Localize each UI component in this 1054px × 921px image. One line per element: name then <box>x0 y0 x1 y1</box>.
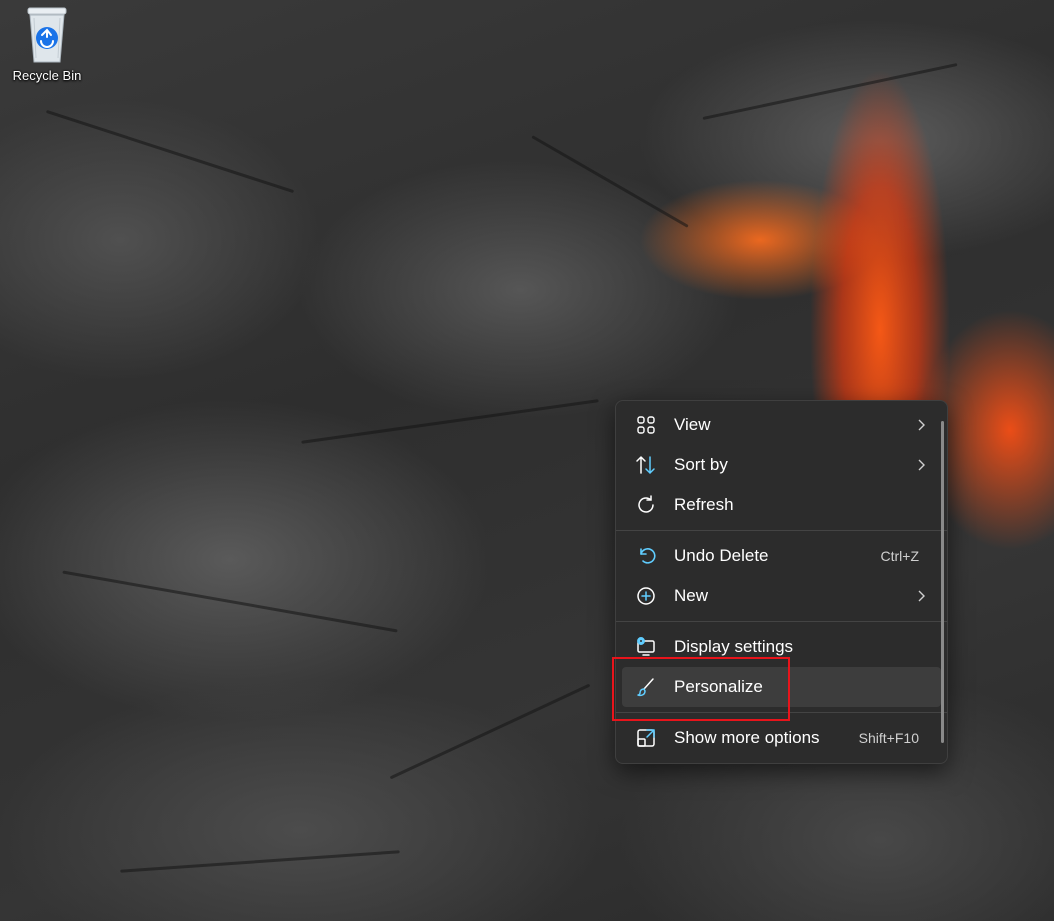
menu-item-sort-by[interactable]: Sort by <box>622 445 941 485</box>
wallpaper-crack <box>531 135 689 228</box>
brush-icon <box>634 675 658 699</box>
wallpaper-crack <box>62 570 398 633</box>
plus-circle-icon <box>634 584 658 608</box>
chevron-right-icon <box>918 419 925 431</box>
wallpaper-crack <box>120 850 400 873</box>
desktop[interactable]: Recycle Bin View Sort by Refresh Undo De… <box>0 0 1054 921</box>
menu-item-personalize[interactable]: Personalize <box>622 667 941 707</box>
menu-item-new[interactable]: New <box>622 576 941 616</box>
menu-item-undo-delete[interactable]: Undo Delete Ctrl+Z <box>622 536 941 576</box>
menu-item-label: Sort by <box>674 455 728 474</box>
menu-item-shortcut: Shift+F10 <box>858 730 919 746</box>
menu-item-label: View <box>674 415 711 434</box>
menu-item-show-more-options[interactable]: Show more options Shift+F10 <box>622 718 941 758</box>
grid-icon <box>634 413 658 437</box>
desktop-icon-recycle-bin[interactable]: Recycle Bin <box>6 6 88 83</box>
menu-separator <box>616 712 947 713</box>
wallpaper-crack <box>45 109 295 194</box>
menu-item-label: Display settings <box>674 637 794 656</box>
menu-item-label: Show more options <box>674 728 820 747</box>
wallpaper-crack <box>702 63 958 120</box>
undo-icon <box>634 544 658 568</box>
sort-icon <box>634 453 658 477</box>
show-more-icon <box>634 726 658 750</box>
menu-item-label: Refresh <box>674 495 734 514</box>
menu-item-label: Personalize <box>674 677 763 696</box>
menu-item-view[interactable]: View <box>622 405 941 445</box>
recycle-bin-icon <box>27 7 67 63</box>
menu-item-display-settings[interactable]: Display settings <box>622 627 941 667</box>
wallpaper-crack <box>389 683 591 780</box>
menu-separator <box>616 530 947 531</box>
menu-item-shortcut: Ctrl+Z <box>880 548 920 564</box>
menu-item-label: Undo Delete <box>674 546 769 565</box>
desktop-context-menu: View Sort by Refresh Undo Delete Ctrl+Z … <box>615 400 948 764</box>
menu-separator <box>616 621 947 622</box>
display-settings-icon <box>634 635 658 659</box>
wallpaper-crack <box>301 399 599 444</box>
menu-scrollbar[interactable] <box>941 421 944 743</box>
menu-item-label: New <box>674 586 709 605</box>
chevron-right-icon <box>918 590 925 602</box>
chevron-right-icon <box>918 459 925 471</box>
menu-item-refresh[interactable]: Refresh <box>622 485 941 525</box>
desktop-icon-label: Recycle Bin <box>12 68 82 83</box>
refresh-icon <box>634 493 658 517</box>
